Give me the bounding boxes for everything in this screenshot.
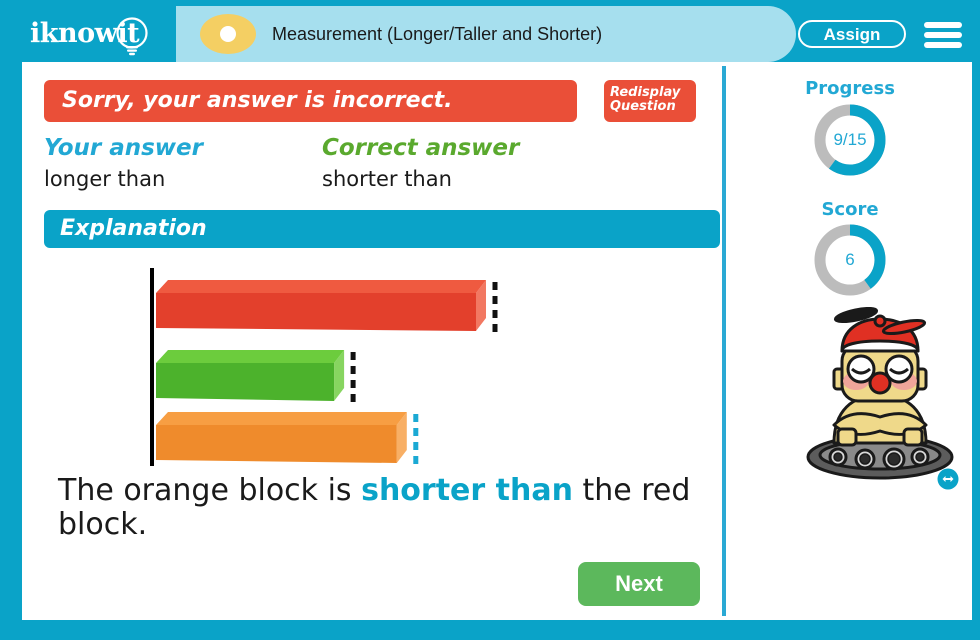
blocks-diagram [150, 268, 498, 466]
resize-horizontal-icon[interactable] [936, 467, 960, 491]
progress-dial: 9/15 [812, 102, 888, 178]
redisplay-line-2: Question [610, 98, 676, 114]
redisplay-question-button[interactable]: Redisplay Question [604, 80, 696, 122]
green-block [156, 350, 356, 403]
score-value: 6 [845, 250, 855, 269]
progress-value: 9/15 [833, 130, 867, 149]
your-answer-value: longer than [44, 167, 166, 191]
next-button[interactable]: Next [578, 562, 700, 606]
assign-button[interactable]: Assign [798, 20, 906, 48]
app-header: iknowit Measurement (Longer/Taller and S… [8, 6, 972, 62]
app-frame: iknowit Measurement (Longer/Taller and S… [0, 0, 980, 640]
score-label: Score [821, 199, 879, 220]
explanation-sentence: The orange block is shorter than the red… [58, 474, 698, 541]
content-panel: Sorry, your answer is incorrect. Redispl… [22, 62, 972, 620]
your-answer-label: Your answer [44, 135, 203, 161]
hamburger-bar [924, 22, 962, 28]
progress-label: Progress [805, 78, 895, 99]
hamburger-bar [924, 42, 962, 48]
explanation-heading: Explanation [60, 216, 207, 241]
lesson-title-pill: Measurement (Longer/Taller and Shorter) [176, 6, 796, 62]
sidebar: Progress 9/15 Score 6 [728, 62, 972, 620]
orange-block [156, 412, 419, 465]
panel-divider [722, 66, 726, 616]
baseline [150, 268, 154, 466]
feedback-banner-text: Sorry, your answer is incorrect. [62, 88, 453, 113]
sentence-highlight: shorter than [361, 473, 573, 508]
hamburger-bar [924, 32, 962, 38]
correct-answer-label: Correct answer [322, 135, 520, 161]
explanation-heading-bar: Explanation [44, 210, 720, 248]
lesson-title: Measurement (Longer/Taller and Shorter) [272, 24, 603, 44]
sentence-prefix: The orange block is [58, 473, 362, 508]
correct-answer-value: shorter than [322, 167, 452, 191]
hamburger-menu-icon[interactable] [924, 22, 962, 48]
lesson-bullet-icon [200, 14, 256, 54]
red-block [156, 280, 498, 333]
feedback-banner: Sorry, your answer is incorrect. [44, 80, 577, 122]
lightbulb-icon [116, 17, 148, 56]
iknowit-logo[interactable]: iknowit [24, 14, 174, 58]
redisplay-line-1: Redisplay [610, 85, 681, 100]
score-dial: 6 [812, 222, 888, 298]
robot-mascot-propeller-hat-icon [806, 307, 954, 480]
